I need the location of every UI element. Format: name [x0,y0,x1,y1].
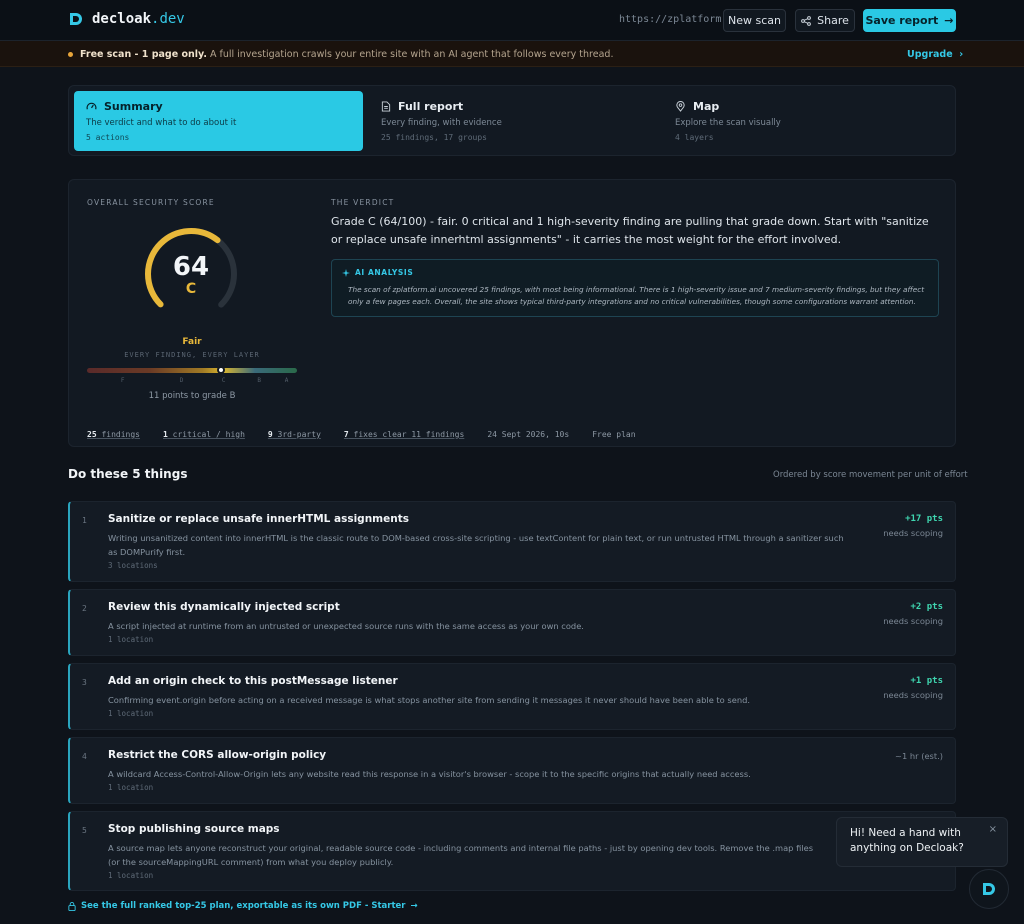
map-icon [676,101,685,112]
full-plan-link[interactable]: See the full ranked top-25 plan, exporta… [68,901,418,911]
action-description: A wildcard Access-Control-Allow-Origin l… [108,769,751,779]
lock-icon [68,901,76,911]
action-description: A source map lets anyone reconstruct you… [108,843,814,867]
action-description: Confirming event.origin before acting on… [108,695,750,705]
action-item[interactable]: 4 Restrict the CORS allow-origin policy … [68,737,956,804]
warning-dot-icon [68,52,73,57]
scale-tick: A [284,377,289,384]
action-item[interactable]: 1 Sanitize or replace unsafe innerHTML a… [68,501,956,582]
close-icon[interactable]: × [989,824,997,835]
actions-subtitle: Ordered by score movement per unit of ef… [773,470,968,480]
share-button[interactable]: Share [795,9,855,32]
grade-scale-bar [87,366,297,374]
tab-map[interactable]: Map Explore the scan visually 4 layers [663,91,952,151]
score-value: 64 [172,252,210,282]
score-label: OVERALL SECURITY SCORE [87,198,215,207]
chat-launcher-button[interactable] [969,869,1009,909]
action-locations: 1 location [108,635,154,644]
points-to-next-grade: 11 points to grade B [148,391,236,401]
tab-full-report[interactable]: Full report Every finding, with evidence… [369,91,658,151]
score-rating: Fair [182,337,202,347]
scale-tick: F [120,377,125,384]
top-header: decloak.dev https://zplatform.ai New sca… [0,0,1024,41]
document-icon [381,101,391,112]
plan-name: Free plan [592,430,636,439]
tab-summary[interactable]: Summary The verdict and what to do about… [74,91,363,151]
stats-row: 25 findings 1 critical / high 9 3rd-part… [87,430,636,439]
upgrade-link[interactable]: Upgrade › [907,49,963,60]
action-item[interactable]: 5 Stop publishing source maps A source m… [68,811,956,891]
grade-scale-marker [217,366,226,374]
action-points: +2 pts [910,602,943,612]
verdict-text: Grade C (64/100) - fair. 0 critical and … [331,215,929,246]
new-scan-button[interactable]: New scan [723,9,786,32]
stat-findings[interactable]: 25 findings [87,430,140,439]
action-description: A script injected at runtime from an unt… [108,621,584,631]
free-scan-banner: Free scan - 1 page only. A full investig… [0,41,1024,67]
chevron-right-icon: › [959,49,964,60]
view-tabs: Summary The verdict and what to do about… [68,85,956,156]
actions-title: Do these 5 things [68,467,188,481]
save-report-button[interactable]: Save report → [863,9,956,32]
ai-analysis-box: AI ANALYSIS The scan of zplatform.ai unc… [331,259,939,317]
arrow-right-icon: → [944,14,954,27]
sparkle-icon [342,268,350,277]
grade-scale-ticks: F D C B A [87,377,297,387]
action-scope: needs scoping [883,616,943,626]
verdict-label: THE VERDICT [331,198,395,207]
stat-critical-high[interactable]: 1 critical / high [163,430,245,439]
scanned-url: https://zplatform.ai [619,14,740,25]
decloak-logo-icon [70,13,82,25]
scale-tick: C [221,377,226,384]
score-grade: C [185,281,197,297]
chat-popup: Hi! Need a hand with anything on Decloak… [836,817,1008,867]
scale-tick: D [179,377,184,384]
action-locations: 1 location [108,783,154,792]
scan-date: 24 Sept 2026, 10s [487,430,570,439]
action-item[interactable]: 2 Review this dynamically injected scrip… [68,589,956,656]
action-locations: 1 location [108,871,154,880]
action-points: +1 pts [910,676,943,686]
chat-greeting: Hi! Need a hand with anything on Decloak… [850,827,964,854]
brand-name: decloak.dev [92,11,185,27]
decloak-logo-icon [983,883,995,895]
banner-message: Free scan - 1 page only. A full investig… [80,49,614,60]
brand-logo[interactable]: decloak.dev [68,11,185,27]
share-icon [801,15,812,26]
score-card: OVERALL SECURITY SCORE 64 C Fair EVERY F… [68,179,956,447]
scale-tick: B [257,377,261,384]
action-title: Restrict the CORS allow-origin policy [108,749,327,761]
action-scope: needs scoping [883,690,943,700]
action-locations: 1 location [108,709,154,718]
action-effort-estimate: ~1 hr (est.) [895,751,943,761]
action-points: +17 pts [905,514,943,524]
action-description: Writing unsanitized content into innerHT… [108,533,844,557]
ai-analysis-text: The scan of zplatform.ai uncovered 25 fi… [348,285,925,306]
action-title: Stop publishing source maps [108,823,280,835]
action-title: Review this dynamically injected script [108,601,340,613]
scale-caption: EVERY FINDING, EVERY LAYER [124,351,260,359]
gauge-icon [86,102,97,110]
action-item[interactable]: 3 Add an origin check to this postMessag… [68,663,956,730]
ai-analysis-title: AI ANALYSIS [355,268,414,277]
action-scope: needs scoping [883,528,943,538]
action-title: Sanitize or replace unsafe innerHTML ass… [108,513,409,525]
action-title: Add an origin check to this postMessage … [108,675,398,687]
stat-fixes[interactable]: 7 fixes clear 11 findings [344,430,464,439]
stat-third-party[interactable]: 9 3rd-party [268,430,321,439]
arrow-right-icon: → [410,901,418,911]
action-locations: 3 locations [108,561,158,570]
